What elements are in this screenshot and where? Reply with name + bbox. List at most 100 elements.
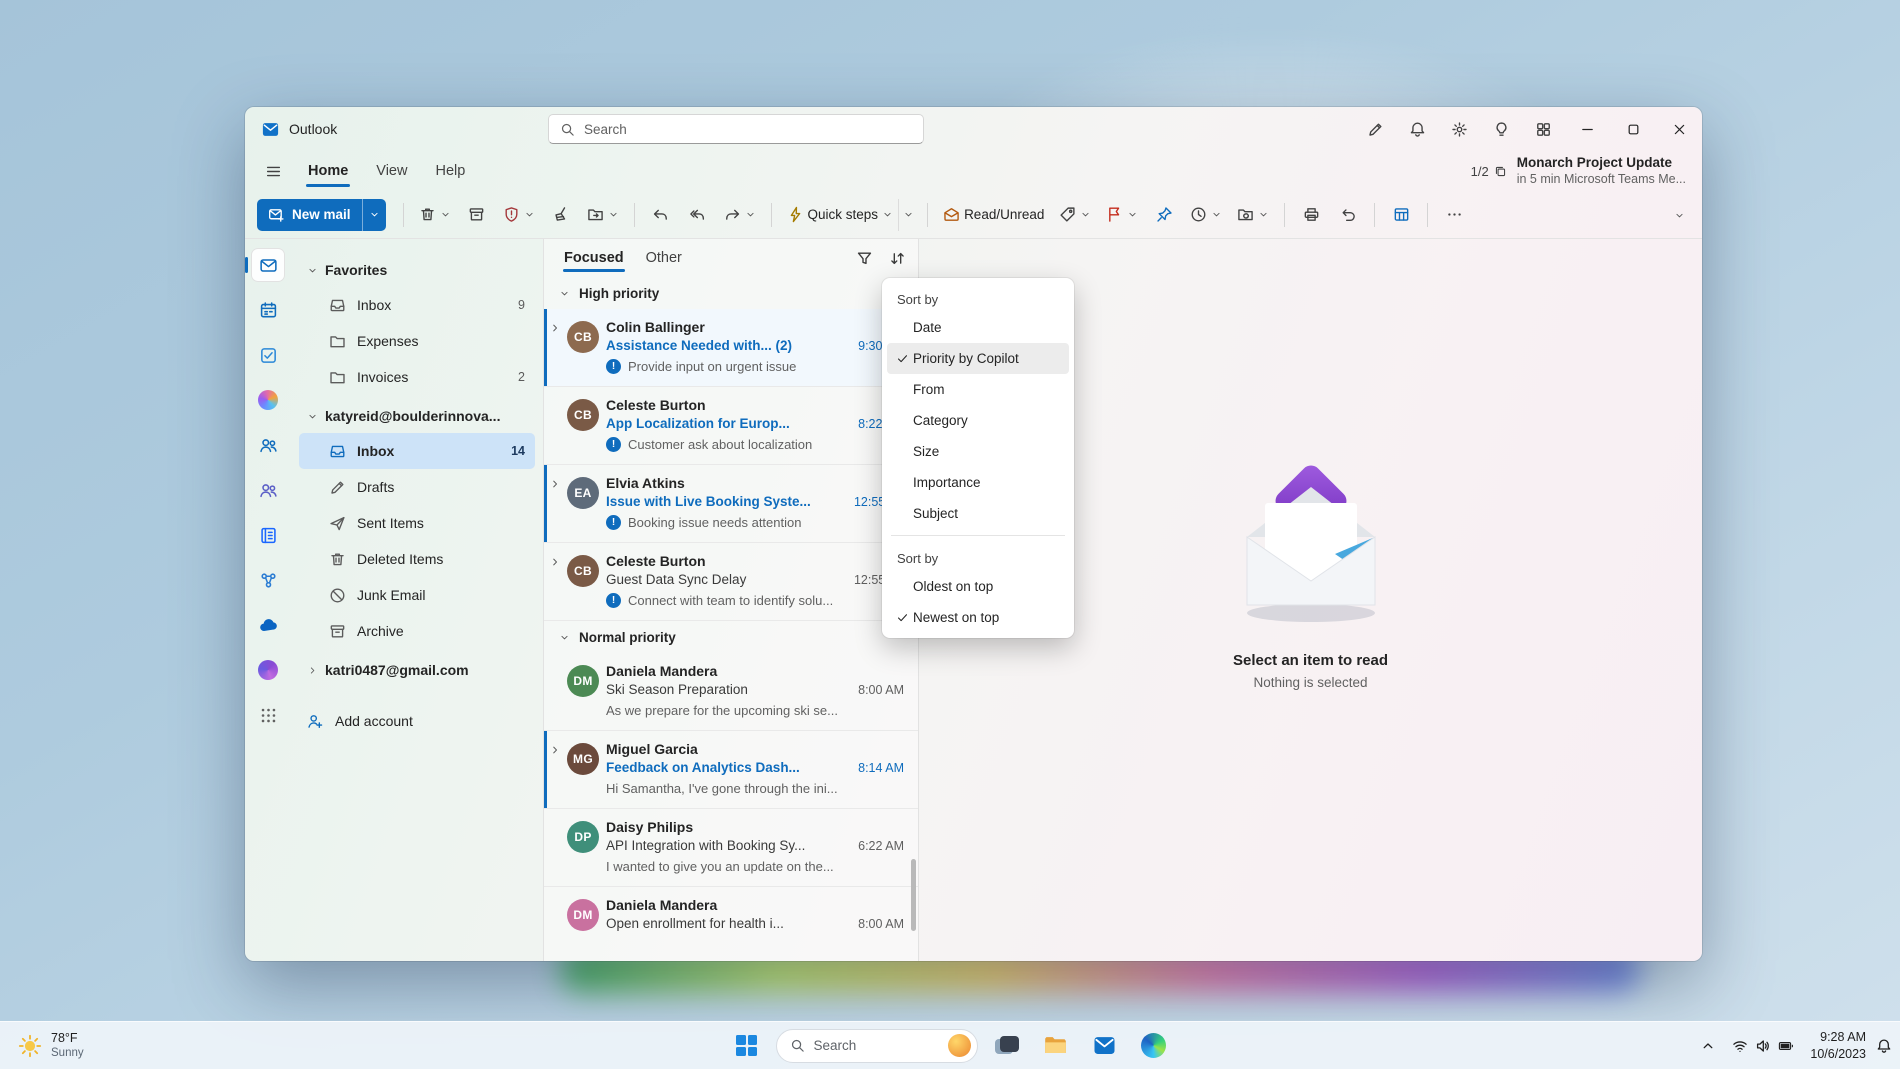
folder-drafts[interactable]: Drafts	[299, 469, 535, 505]
sweep-broom-button[interactable]	[544, 199, 578, 231]
copilot-rail-button[interactable]	[252, 384, 284, 416]
clock[interactable]: 9:28 AM 10/6/2023	[1810, 1029, 1866, 1062]
expand-conversation-chevron-icon[interactable]	[549, 556, 561, 568]
scrollbar-thumb[interactable]	[911, 859, 916, 931]
group-header-high-priority[interactable]: High priority	[544, 277, 918, 309]
loop-rail-button[interactable]	[252, 654, 284, 686]
tab-help[interactable]: Help	[422, 155, 478, 187]
meeting-reminder[interactable]: 1/2 Monarch Project Update in 5 min Micr…	[1471, 155, 1686, 188]
sort-option-subject[interactable]: Subject	[887, 498, 1069, 529]
account-section-katri0487-gmail-com[interactable]: katri0487@gmail.com	[299, 653, 535, 687]
sort-option-category[interactable]: Category	[887, 405, 1069, 436]
list-tab-other[interactable]: Other	[638, 244, 690, 272]
folder-junk-email[interactable]: Junk Email	[299, 577, 535, 613]
email-row-daisy-philips[interactable]: DP Daisy Philips API Integration with Book…	[544, 809, 918, 887]
email-sender: Daniela Mandera	[606, 897, 718, 913]
folder-deleted-items[interactable]: Deleted Items	[299, 541, 535, 577]
group-header-normal-priority[interactable]: Normal priority	[544, 621, 918, 653]
tab-home[interactable]: Home	[295, 155, 361, 187]
outlook-window: Outlook Search Home View Help 1/2 Monarc…	[245, 107, 1702, 961]
maximize-button[interactable]	[1610, 107, 1656, 151]
new-mail-button[interactable]: New mail	[257, 198, 386, 231]
start-button[interactable]	[727, 1026, 767, 1066]
taskbar-weather-widget[interactable]: 78°F Sunny	[10, 1026, 92, 1066]
ribbon-separator	[633, 202, 635, 227]
list-tab-focused[interactable]: Focused	[556, 244, 632, 272]
titlebar: Outlook Search	[245, 107, 1702, 151]
expand-conversation-chevron-icon[interactable]	[549, 744, 561, 756]
outlook-taskbar-button[interactable]	[1085, 1026, 1125, 1066]
people-rail-button[interactable]	[252, 429, 284, 461]
sort-option-from[interactable]: From	[887, 374, 1069, 405]
more-apps-rail-button[interactable]	[252, 699, 284, 731]
expand-conversation-chevron-icon[interactable]	[549, 322, 561, 334]
folder-expenses[interactable]: Expenses	[299, 323, 535, 359]
drafts-icon	[329, 479, 346, 496]
folder-sent-items[interactable]: Sent Items	[299, 505, 535, 541]
reply-button[interactable]	[644, 199, 678, 231]
sort-option-oldest-on-top[interactable]: Oldest on top	[887, 571, 1069, 602]
close-button[interactable]	[1656, 107, 1702, 151]
notifications-bell-icon[interactable]	[1876, 1038, 1892, 1054]
sort-option-priority-by-copilot[interactable]: Priority by Copilot	[887, 343, 1069, 374]
sort-icon[interactable]	[889, 250, 906, 267]
mail-rail-button[interactable]	[245, 249, 284, 281]
file-explorer-button[interactable]	[1036, 1026, 1076, 1066]
tips-lightbulb-button[interactable]	[1480, 107, 1522, 151]
email-row-daniela-mandera[interactable]: DM Daniela Mandera Open enrollment for hea…	[544, 887, 918, 961]
taskbar-search[interactable]: Search	[775, 1028, 978, 1063]
quick-steps-lightning-button-split[interactable]	[898, 198, 918, 231]
add-account-button[interactable]: Add account	[299, 703, 535, 739]
expand-conversation-chevron-icon[interactable]	[549, 478, 561, 490]
folder-inbox[interactable]: Inbox 14	[299, 433, 535, 469]
notifications-bell-button[interactable]	[1396, 107, 1438, 151]
hamburger-menu-button[interactable]	[255, 155, 291, 187]
sort-option-date[interactable]: Date	[887, 312, 1069, 343]
email-row-daniela-mandera[interactable]: DM Daniela Mandera Ski Season Preparation 8…	[544, 653, 918, 731]
folder-inbox[interactable]: Inbox 9	[299, 287, 535, 323]
trash-button[interactable]	[413, 199, 457, 231]
move-folder-button[interactable]	[581, 199, 625, 231]
apps-grid-button[interactable]	[1522, 107, 1564, 151]
new-mail-dropdown[interactable]	[361, 198, 386, 231]
sort-menu: Sort by Date Priority by Copilot From Catego…	[882, 278, 1074, 638]
tray-status-icons[interactable]	[1726, 1032, 1800, 1060]
email-row-miguel-garcia[interactable]: MG Miguel Garcia Feedback on Analytics Das…	[544, 731, 918, 809]
onedrive-rail-button[interactable]	[252, 609, 284, 641]
folder-invoices[interactable]: Invoices 2	[299, 359, 535, 395]
edge-taskbar-button[interactable]	[1134, 1026, 1174, 1066]
reply-all-button[interactable]	[681, 199, 715, 231]
filter-icon[interactable]	[856, 250, 873, 267]
mail-rail-icon	[259, 256, 278, 275]
report-shield-button[interactable]	[497, 199, 541, 231]
sort-option-newest-on-top[interactable]: Newest on top	[887, 602, 1069, 633]
tab-view[interactable]: View	[363, 155, 420, 187]
account-section-katyreid-boulderinnova[interactable]: katyreid@boulderinnova...	[299, 399, 535, 433]
email-preview: As we prepare for the upcoming ski se...	[606, 703, 838, 718]
minimize-button[interactable]	[1564, 107, 1610, 151]
visio-rail-button[interactable]	[252, 564, 284, 596]
teams-rail-button[interactable]	[252, 474, 284, 506]
onenote-rail-button[interactable]	[252, 519, 284, 551]
calendar-rail-button[interactable]	[252, 294, 284, 326]
sort-option-size[interactable]: Size	[887, 436, 1069, 467]
archive-button[interactable]	[460, 199, 494, 231]
email-row-colin-ballinger[interactable]: CB Colin Ballinger Assistance Needed with.…	[544, 309, 918, 387]
folder-tree: Favorites Inbox 9 Expenses Invoices 2 katyreid…	[299, 253, 535, 687]
sort-option-importance[interactable]: Importance	[887, 467, 1069, 498]
unread-count: 2	[518, 370, 525, 384]
compose-button[interactable]	[1354, 107, 1396, 151]
settings-gear-button[interactable]	[1438, 107, 1480, 151]
quick-steps-lightning-button[interactable]: Quick steps	[781, 199, 900, 231]
email-row-celeste-burton[interactable]: CB Celeste Burton Guest Data Sync Delay 12:…	[544, 543, 918, 621]
email-row-elvia-atkins[interactable]: EA Elvia Atkins Issue with Live Booking Sy…	[544, 465, 918, 543]
todo-rail-button[interactable]	[252, 339, 284, 371]
task-view-button[interactable]	[987, 1026, 1027, 1066]
email-row-celeste-burton[interactable]: CB Celeste Burton App Localization for Eur…	[544, 387, 918, 465]
account-section-favorites[interactable]: Favorites	[299, 253, 535, 287]
app-search-box[interactable]: Search	[548, 114, 924, 144]
forward-button[interactable]	[718, 199, 762, 231]
tray-expand-chevron-icon[interactable]	[1700, 1038, 1716, 1054]
folder-archive[interactable]: Archive	[299, 613, 535, 649]
app-rail	[245, 239, 291, 961]
